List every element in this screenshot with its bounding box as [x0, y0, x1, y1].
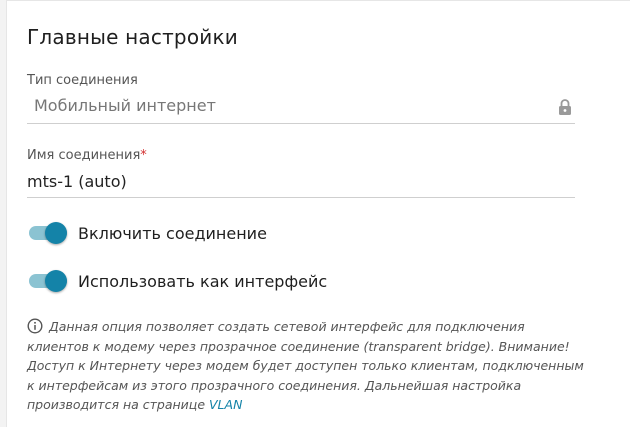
connection-name-label-text: Имя соединения	[27, 148, 141, 163]
connection-type-label: Тип соединения	[27, 73, 138, 88]
connection-type-field: Мобильный интернет	[34, 96, 216, 115]
info-note-text: Данная опция позволяет создать сетевой и…	[27, 319, 584, 412]
info-note: Данная опция позволяет создать сетевой и…	[27, 317, 587, 415]
vlan-link[interactable]: VLAN	[209, 397, 242, 412]
connection-type-underline	[27, 123, 575, 124]
main-settings-panel: Главные настройки Тип соединения Мобильн…	[6, 0, 630, 427]
enable-connection-toggle[interactable]	[29, 222, 67, 244]
connection-name-underline	[27, 197, 575, 198]
section-title: Главные настройки	[27, 25, 238, 49]
use-as-interface-label: Использовать как интерфейс	[78, 272, 328, 291]
lock-icon	[559, 99, 571, 115]
connection-name-input[interactable]: mts-1 (auto)	[27, 172, 127, 191]
toggle-knob	[45, 270, 67, 292]
enable-connection-label: Включить соединение	[78, 224, 267, 243]
required-mark: *	[140, 148, 147, 163]
use-as-interface-toggle[interactable]	[29, 270, 67, 292]
connection-name-label: Имя соединения*	[27, 148, 147, 163]
toggle-knob	[45, 222, 67, 244]
